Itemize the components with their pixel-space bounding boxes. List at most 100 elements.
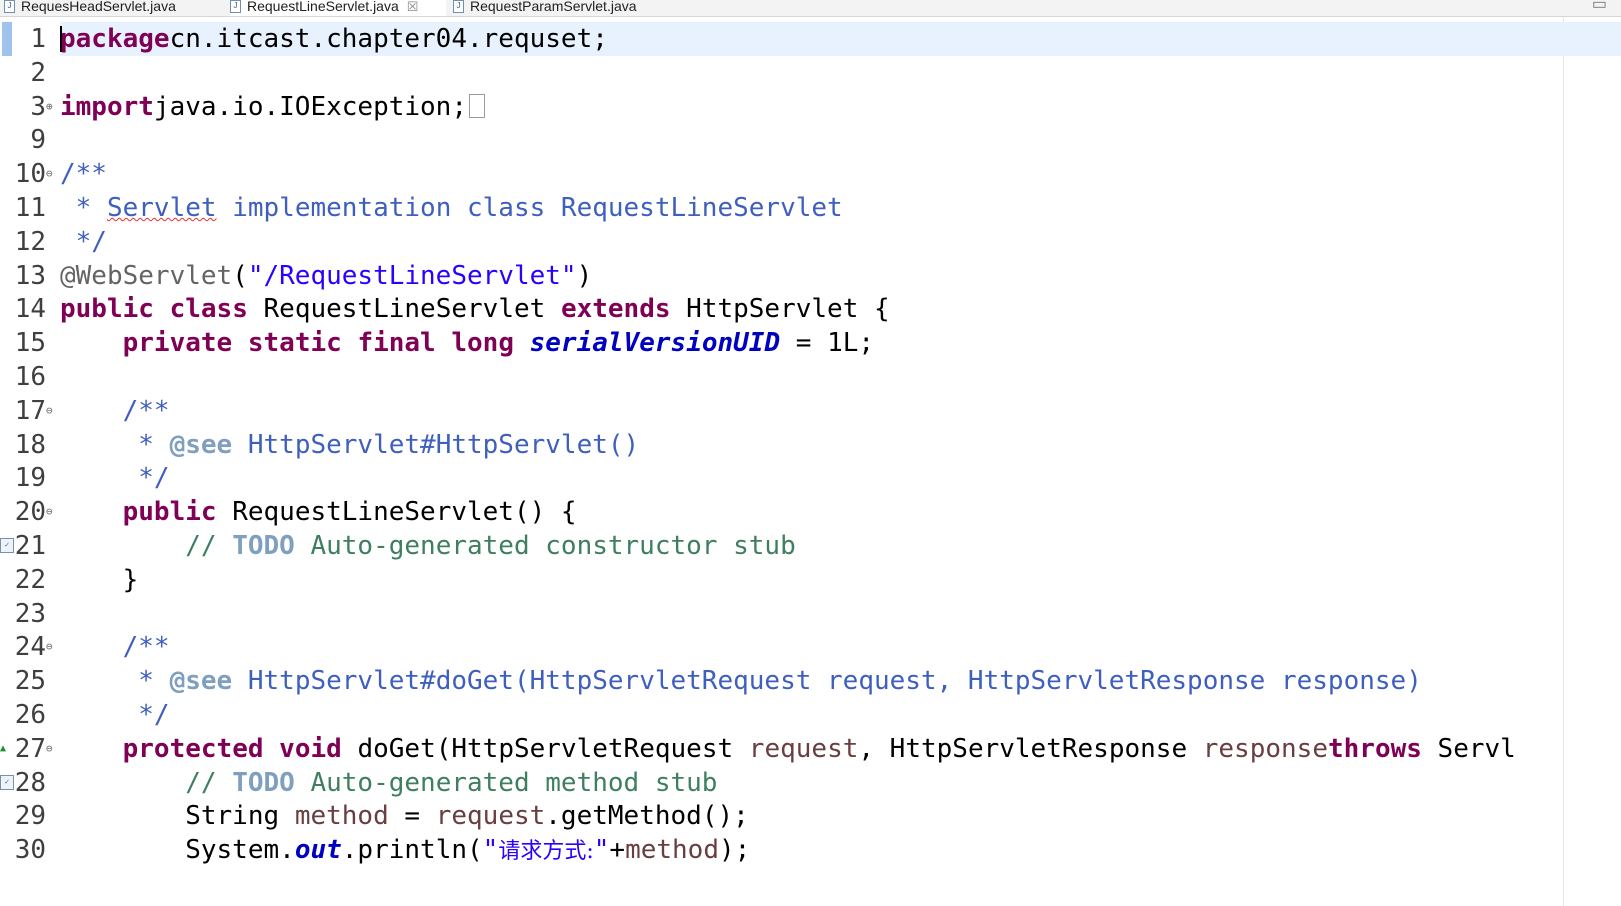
plus-fold-icon[interactable]: ⊕ bbox=[46, 90, 58, 124]
line-number: 30 bbox=[14, 835, 46, 865]
code-line[interactable]: 3 ⊕ importjava.io.IOException; bbox=[0, 90, 1621, 124]
code-line[interactable]: 11 * Servlet implementation class Reques… bbox=[0, 191, 1621, 225]
code-token: import bbox=[60, 92, 154, 122]
code-text: protected void doGet(HttpServletRequest … bbox=[60, 732, 1516, 766]
code-line[interactable]: 13 @WebServlet("/RequestLineServlet") bbox=[0, 259, 1621, 293]
code-editor[interactable]: 1 packagecn.itcast.chapter04.requset; 2 3 ⊕ i… bbox=[0, 17, 1621, 906]
code-text: /** bbox=[60, 630, 170, 664]
code-text: */ bbox=[60, 225, 107, 259]
minimize-icon[interactable]: ▭ bbox=[1592, 0, 1607, 14]
code-line[interactable]: ✓ 28 // TODO Auto-generated method stub bbox=[0, 766, 1621, 800]
code-line[interactable]: 14 public class RequestLineServlet extend… bbox=[0, 292, 1621, 326]
code-line[interactable]: 23 bbox=[0, 597, 1621, 631]
editor-tab-bar: ▭ J RequesHeadServlet.java J RequestLineSer… bbox=[0, 0, 1621, 17]
code-line[interactable]: 9 bbox=[0, 123, 1621, 157]
code-token: response bbox=[1202, 734, 1328, 764]
code-text: */ bbox=[60, 461, 169, 495]
code-token: , HttpServletResponse bbox=[858, 734, 1203, 764]
code-token: Auto-generated method stub bbox=[294, 768, 718, 798]
code-line[interactable]: 19 */ bbox=[0, 461, 1621, 495]
code-text: importjava.io.IOException; bbox=[60, 90, 485, 124]
line-number: 27 bbox=[14, 734, 46, 764]
tab-requestlineservlet[interactable]: J RequestLineServlet.java ☒ bbox=[230, 0, 446, 16]
code-token: @see bbox=[169, 430, 233, 460]
code-token: Servlet bbox=[106, 193, 217, 223]
code-line[interactable]: 25 * @see HttpServlet#doGet(HttpServletR… bbox=[0, 664, 1621, 698]
code-text: public class RequestLineServlet extends … bbox=[60, 292, 890, 326]
code-token: ( bbox=[232, 261, 248, 291]
code-line[interactable]: ▲ 27 ⊖ protected void doGet(HttpServletReq… bbox=[0, 732, 1621, 766]
java-file-icon: J bbox=[4, 0, 15, 13]
line-number: 17 bbox=[14, 396, 46, 426]
line-number: 13 bbox=[14, 261, 46, 291]
code-token: * bbox=[60, 666, 170, 696]
code-line[interactable]: 24 ⊖ /** bbox=[0, 630, 1621, 664]
code-token: serialVersionUID bbox=[529, 328, 781, 358]
code-line[interactable]: 17 ⊖ /** bbox=[0, 394, 1621, 428]
code-token: java.io.IOException; bbox=[153, 92, 467, 122]
code-token: */ bbox=[60, 700, 170, 730]
code-text: // TODO Auto-generated constructor stub bbox=[60, 529, 796, 563]
minus-fold-icon[interactable]: ⊖ bbox=[46, 394, 58, 428]
code-line[interactable]: 29 String method = request.getMethod(); bbox=[0, 799, 1621, 833]
code-text: @WebServlet("/RequestLineServlet") bbox=[60, 259, 592, 293]
code-token: /** bbox=[60, 396, 170, 426]
code-line[interactable]: 2 bbox=[0, 56, 1621, 90]
code-token: ) bbox=[576, 261, 593, 291]
code-token: .println( bbox=[341, 835, 483, 865]
minus-fold-icon[interactable]: ⊖ bbox=[46, 495, 58, 529]
code-token: // bbox=[60, 531, 233, 561]
minus-fold-icon[interactable]: ⊖ bbox=[46, 732, 58, 766]
line-number: 26 bbox=[14, 700, 46, 730]
close-tab-icon[interactable]: ☒ bbox=[407, 0, 419, 14]
code-text: */ bbox=[60, 698, 170, 732]
code-token: + bbox=[609, 835, 626, 865]
code-token: ); bbox=[718, 835, 751, 865]
code-line[interactable]: 30 System.out.println("请求方式:"+method); bbox=[0, 833, 1621, 867]
code-line[interactable]: 18 * @see HttpServlet#HttpServlet() bbox=[0, 428, 1621, 462]
minus-fold-icon[interactable]: ⊖ bbox=[46, 157, 58, 191]
code-line[interactable]: 16 bbox=[0, 360, 1621, 394]
line-number: 11 bbox=[14, 193, 46, 223]
code-token: doGet(HttpServletRequest bbox=[341, 734, 749, 764]
code-line[interactable]: 1 packagecn.itcast.chapter04.requset; bbox=[0, 22, 1621, 56]
tab-requestparamservlet[interactable]: J RequestParamServlet.java bbox=[453, 0, 663, 16]
code-token: Servl bbox=[1421, 734, 1516, 764]
code-token: */ bbox=[60, 227, 107, 257]
line-number: 3 bbox=[30, 92, 46, 122]
code-line[interactable]: 15 private static final long serialVersi… bbox=[0, 326, 1621, 360]
code-token: class bbox=[169, 294, 248, 324]
code-token: method bbox=[294, 801, 389, 831]
code-text: } bbox=[60, 563, 139, 597]
code-line[interactable]: ✓ 21 // TODO Auto-generated constructor s… bbox=[0, 529, 1621, 563]
tab-requesheadservlet[interactable]: J RequesHeadServlet.java bbox=[4, 0, 222, 16]
code-line[interactable]: 20 ⊖ public RequestLineServlet() { bbox=[0, 495, 1621, 529]
code-line[interactable]: 26 */ bbox=[0, 698, 1621, 732]
code-text: /** bbox=[60, 394, 170, 428]
code-token: RequestLineServlet bbox=[247, 294, 561, 324]
line-number: 18 bbox=[14, 430, 46, 460]
code-token: public bbox=[60, 294, 154, 324]
code-token: package bbox=[60, 24, 170, 54]
line-number: 2 bbox=[30, 58, 46, 88]
line-number: 20 bbox=[14, 497, 46, 527]
code-token: Auto-generated constructor stub bbox=[294, 531, 796, 561]
minus-fold-icon[interactable]: ⊖ bbox=[46, 630, 58, 664]
code-line[interactable]: 22 } bbox=[0, 563, 1621, 597]
code-token: request bbox=[435, 801, 546, 831]
code-token: implementation class RequestLineServlet bbox=[216, 193, 843, 223]
code-token: HttpServlet { bbox=[670, 294, 890, 324]
folded-code-box[interactable] bbox=[469, 93, 485, 118]
code-line[interactable]: 12 */ bbox=[0, 225, 1621, 259]
code-line[interactable]: 10 ⊖/** bbox=[0, 157, 1621, 191]
code-token: private bbox=[122, 328, 233, 358]
code-token: @WebServlet bbox=[60, 261, 233, 291]
code-token: static bbox=[247, 328, 342, 358]
text-caret bbox=[60, 26, 62, 52]
code-token: RequestLineServlet() { bbox=[216, 497, 577, 527]
